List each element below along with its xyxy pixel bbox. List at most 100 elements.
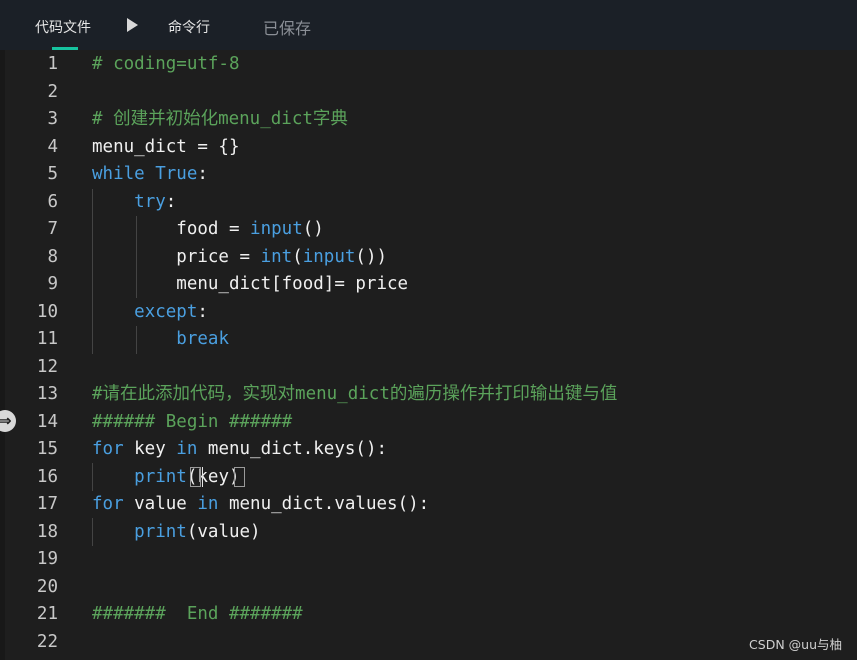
watermark: CSDN @uu与柚 xyxy=(749,637,842,652)
code-token: except xyxy=(134,301,198,322)
line-number: 9 xyxy=(47,274,58,294)
code-line[interactable]: 7 food = input() xyxy=(0,216,857,243)
code-token: () xyxy=(302,219,324,239)
line-number: 20 xyxy=(36,576,58,597)
line-code[interactable]: ####### End ####### xyxy=(92,601,303,628)
code-line[interactable]: 21 ####### End ####### xyxy=(0,601,857,628)
line-code[interactable]: print(key) xyxy=(92,464,239,491)
line-code[interactable]: food = input() xyxy=(92,216,324,243)
code-line[interactable]: 22 xyxy=(0,629,857,656)
code-token: in xyxy=(197,494,219,514)
tab-code-file[interactable]: 代码文件 xyxy=(35,17,91,37)
code-token: ####### End ####### xyxy=(92,604,303,624)
code-token: #请在此添加代码，实现对menu_dict的遍历操作并打印输出键与值 xyxy=(92,384,618,404)
line-code[interactable]: print(value) xyxy=(92,519,261,546)
code-token: for xyxy=(92,439,124,459)
code-line[interactable]: 15 for key in menu_dict.keys(): xyxy=(0,436,857,463)
code-token: True xyxy=(155,164,198,184)
code-line[interactable]: 19 xyxy=(0,546,857,573)
code-token: menu_dict[food]= price xyxy=(92,274,409,294)
line-code[interactable]: try: xyxy=(92,189,176,216)
line-code[interactable]: break xyxy=(92,326,229,353)
code-line[interactable]: 9 menu_dict[food]= price xyxy=(0,271,857,298)
code-line[interactable]: 13 #请在此添加代码，实现对menu_dict的遍历操作并打印输出键与值 xyxy=(0,381,857,408)
code-line[interactable]: 5 while True: xyxy=(0,161,857,188)
code-token: menu_dict = {} xyxy=(92,136,240,157)
code-line[interactable]: 20 xyxy=(0,574,857,601)
line-number: 16 xyxy=(36,466,58,487)
line-code[interactable]: menu_dict = {} xyxy=(92,134,240,161)
bracket-match-open xyxy=(190,467,201,487)
code-token: value xyxy=(123,494,198,514)
code-token: print xyxy=(134,466,187,487)
code-token: key xyxy=(123,439,177,459)
line-number: 8 xyxy=(47,246,58,267)
code-token: # 创建并初始化menu_dict字典 xyxy=(92,109,348,129)
code-line[interactable]: 4 menu_dict = {} xyxy=(0,134,857,161)
code-line[interactable]: 6 try: xyxy=(0,189,857,216)
code-token: input xyxy=(302,246,356,267)
tab-command-line[interactable]: 命令行 xyxy=(168,17,210,37)
line-number: 14 xyxy=(36,411,58,432)
line-number: 11 xyxy=(36,329,58,349)
code-line[interactable]: 14 ###### Begin ###### xyxy=(0,409,857,436)
line-code[interactable]: for value in menu_dict.values(): xyxy=(92,491,429,518)
line-number: 13 xyxy=(36,384,58,404)
code-token: print xyxy=(134,521,187,542)
saved-status: 已保存 xyxy=(263,19,312,38)
code-token: menu_dict.keys(): xyxy=(197,439,388,459)
line-number: 3 xyxy=(47,109,58,129)
line-number: 7 xyxy=(47,219,58,239)
line-code[interactable]: #请在此添加代码，实现对menu_dict的遍历操作并打印输出键与值 xyxy=(92,381,617,408)
code-token: : xyxy=(165,191,177,212)
bracket-match-close xyxy=(234,467,245,487)
line-number: 10 xyxy=(36,301,58,322)
indent-guide xyxy=(136,326,137,354)
code-token: food = xyxy=(92,219,251,239)
text-cursor xyxy=(202,467,203,487)
line-number: 15 xyxy=(36,439,58,459)
line-code[interactable]: menu_dict[food]= price xyxy=(92,271,408,298)
code-line[interactable]: 2 xyxy=(0,79,857,106)
code-token: in xyxy=(176,439,198,459)
line-code[interactable]: for key in menu_dict.keys(): xyxy=(92,436,387,463)
code-token: : xyxy=(197,164,208,184)
line-number: 5 xyxy=(47,164,58,184)
code-line[interactable]: 10 except: xyxy=(0,299,857,326)
indent-guide xyxy=(92,189,93,354)
line-code[interactable]: ###### Begin ###### xyxy=(92,409,292,436)
code-line[interactable]: 18 print(value) xyxy=(0,519,857,546)
indent-guide xyxy=(92,518,93,546)
code-token: (value) xyxy=(186,521,261,542)
line-code[interactable]: while True: xyxy=(92,161,208,188)
line-code[interactable]: # coding=utf-8 xyxy=(92,51,240,78)
code-token: while xyxy=(92,164,145,184)
code-line[interactable]: 12 xyxy=(0,354,857,381)
line-code[interactable]: except: xyxy=(92,299,208,326)
line-code[interactable]: # 创建并初始化menu_dict字典 xyxy=(92,106,348,133)
line-number: 6 xyxy=(47,191,58,212)
code-token: menu_dict.values(): xyxy=(218,494,430,514)
indent-guide xyxy=(136,216,137,298)
line-number: 12 xyxy=(36,356,58,377)
line-number: 22 xyxy=(36,631,58,652)
code-line[interactable]: 16 print(key) xyxy=(0,464,857,491)
line-number: 17 xyxy=(36,494,58,514)
code-token: ###### Begin ###### xyxy=(92,411,293,432)
line-number: 1 xyxy=(47,54,58,74)
code-token: input xyxy=(250,219,303,239)
code-token: int xyxy=(260,246,293,267)
code-token: for xyxy=(92,494,124,514)
code-line[interactable]: 1 # coding=utf-8 xyxy=(0,51,857,78)
play-icon[interactable] xyxy=(127,18,138,32)
line-number: 18 xyxy=(36,521,58,542)
code-line[interactable]: 11 break xyxy=(0,326,857,353)
code-line[interactable]: 3 # 创建并初始化menu_dict字典 xyxy=(0,106,857,133)
code-line[interactable]: 17 for value in menu_dict.values(): xyxy=(0,491,857,518)
code-line[interactable]: 8 price = int(input()) xyxy=(0,244,857,271)
code-token: : xyxy=(197,301,208,322)
